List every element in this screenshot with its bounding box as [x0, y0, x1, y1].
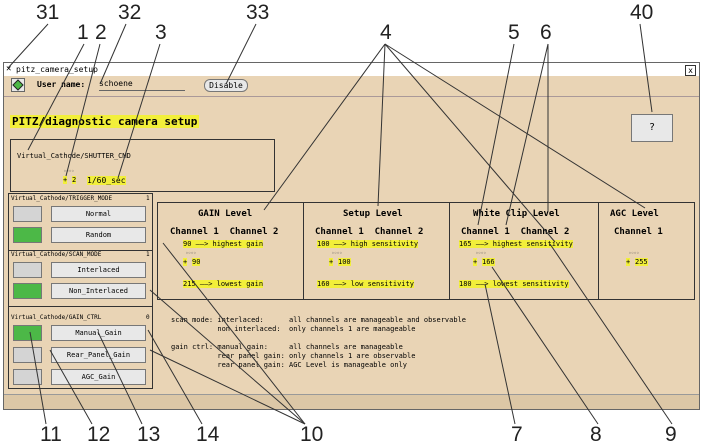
note-line — [171, 334, 591, 343]
gain-rear-panel-button[interactable]: Rear_Panel_Gain — [51, 347, 146, 363]
callout-13: 13 — [137, 423, 161, 446]
trigger-normal-button[interactable]: Normal — [51, 206, 146, 222]
agc-level-section: AGC Level Channel 1 ◦◦◦◦ + 255 — [598, 203, 694, 299]
callout-9: 9 — [665, 423, 677, 446]
user-name-label: User name: — [37, 80, 86, 89]
setup-level-top: 100 ——> high sensitivity — [317, 240, 419, 248]
agc-level-title: AGC Level — [610, 209, 659, 219]
gain-level-bottom: 215 ——> lowest gain — [183, 280, 264, 288]
note-line: gain ctrl: manual gain: all channels are… — [171, 343, 403, 351]
gain-agc-led — [13, 369, 42, 385]
agc-level-channels: Channel 1 — [614, 227, 663, 237]
callout-32: 32 — [118, 1, 142, 24]
note-line: rear panel gain: only channels 1 are obs… — [171, 352, 416, 360]
setup-level-section: Setup Level Channel 1 Channel 2 100 ——> … — [303, 203, 450, 299]
note-line: rear panel gain: AGC Level is manageable… — [171, 361, 408, 369]
shutter-arrow[interactable]: + — [63, 176, 68, 184]
white-clip-stepper-dots[interactable]: ◦◦◦◦ — [475, 250, 486, 257]
white-clip-level-bottom: 180 ——> lowest sensitivity — [459, 280, 569, 288]
bottom-status-strip — [4, 394, 699, 409]
gain-agc-button[interactable]: AGC_Gain — [51, 369, 146, 385]
scan-non-interlaced-button[interactable]: Non_Interlaced — [51, 283, 146, 299]
window-menu-icon[interactable]: ✕ — [6, 63, 11, 76]
callout-8: 8 — [590, 423, 602, 446]
note-line: scan mode: interlaced: all channels are … — [171, 316, 467, 324]
callout-2: 2 — [95, 21, 107, 44]
gain-rear-panel-led — [13, 347, 42, 363]
white-clip-level-value[interactable]: 166 — [482, 258, 495, 266]
camera-setup-window: ✕ pitz_camera_setup x User name: schoene… — [3, 62, 700, 410]
setup-level-plus[interactable]: + — [329, 258, 334, 266]
callout-33: 33 — [246, 1, 270, 24]
callout-7: 7 — [511, 423, 523, 446]
gain-ctrl-group: Virtual_Cathode/GAIN_CTRL 0 Manual_Gain … — [9, 306, 152, 388]
window-title: pitz_camera_setup — [16, 65, 98, 74]
trigger-group: Virtual_Cathode/TRIGGER_MODE 1 Normal Ra… — [9, 194, 152, 251]
white-clip-level-top: 165 ——> highest sensitivity — [459, 240, 573, 248]
note-line: non interlaced: only channels 1 are mana… — [171, 325, 416, 333]
agc-stepper-dots[interactable]: ◦◦◦◦ — [628, 250, 639, 257]
notes-block: scan mode: interlaced: all channels are … — [171, 316, 591, 370]
agc-level-plus[interactable]: + — [626, 258, 631, 266]
white-clip-level-section: White Clip Level Channel 1 Channel 2 165… — [449, 203, 599, 299]
page-title: PITZ/diagnostic camera setup — [10, 115, 200, 128]
trigger-count: 1 — [146, 195, 150, 202]
callout-31: 31 — [36, 1, 60, 24]
agc-level-value[interactable]: 255 — [635, 258, 648, 266]
control-panel: Virtual_Cathode/TRIGGER_MODE 1 Normal Ra… — [8, 193, 153, 389]
gain-manual-button[interactable]: Manual_Gain — [51, 325, 146, 341]
shutter-title: Virtual_Cathode/SHUTTER_CMD — [17, 152, 131, 160]
callout-12: 12 — [87, 423, 111, 446]
callout-4: 4 — [380, 21, 392, 44]
gain-stepper-dots[interactable]: ◦◦◦◦ — [185, 250, 196, 257]
white-clip-level-plus[interactable]: + — [473, 258, 478, 266]
trigger-random-button[interactable]: Random — [51, 227, 146, 243]
callout-6: 6 — [540, 21, 552, 44]
callout-14: 14 — [196, 423, 220, 446]
gain-ctrl-count: 0 — [146, 314, 150, 321]
shutter-stepper-dots[interactable]: ◦◦◦◦ — [63, 168, 74, 175]
callout-10: 10 — [300, 423, 324, 446]
trigger-random-led — [13, 227, 42, 243]
callout-5: 5 — [508, 21, 520, 44]
callout-11: 11 — [40, 423, 62, 446]
gain-level-title: GAIN Level — [198, 209, 253, 219]
gain-level-plus[interactable]: + — [183, 258, 188, 266]
setup-level-bottom: 160 ——> low sensitivity — [317, 280, 414, 288]
shutter-value[interactable]: 2 — [72, 176, 77, 184]
gain-level-value[interactable]: 90 — [192, 258, 201, 266]
close-icon[interactable]: x — [685, 65, 696, 76]
scan-group: Virtual_Cathode/SCAN_MODE 1 Interlaced N… — [9, 250, 152, 307]
gain-level-channels: Channel 1 Channel 2 — [170, 227, 279, 237]
scan-interlaced-button[interactable]: Interlaced — [51, 262, 146, 278]
callout-40: 40 — [630, 1, 654, 24]
scan-non-interlaced-led — [13, 283, 42, 299]
trigger-normal-led — [13, 206, 42, 222]
gain-ctrl-title: Virtual_Cathode/GAIN_CTRL — [11, 314, 102, 321]
title-bar[interactable]: ✕ pitz_camera_setup x — [4, 63, 699, 77]
white-clip-level-title: White Clip Level — [473, 209, 560, 219]
gain-level-top: 90 ——> highest gain — [183, 240, 264, 248]
white-clip-level-channels: Channel 1 Channel 2 — [461, 227, 570, 237]
setup-level-title: Setup Level — [343, 209, 403, 219]
setup-level-channels: Channel 1 Channel 2 — [315, 227, 424, 237]
callout-3: 3 — [155, 21, 167, 44]
gain-level-section: GAIN Level Channel 1 Channel 2 90 ——> hi… — [158, 203, 304, 299]
app-diamond-icon[interactable] — [11, 78, 25, 92]
levels-panel: GAIN Level Channel 1 Channel 2 90 ——> hi… — [157, 202, 695, 300]
user-name-field[interactable]: schoene — [99, 79, 185, 91]
setup-level-value[interactable]: 100 — [338, 258, 351, 266]
scan-count: 1 — [146, 251, 150, 258]
shutter-panel: Virtual_Cathode/SHUTTER_CMD ◦◦◦◦ + 2 1/6… — [10, 139, 275, 192]
scan-title: Virtual_Cathode/SCAN_MODE — [11, 251, 102, 258]
shutter-text: 1/60_sec — [87, 176, 126, 185]
gain-manual-led — [13, 325, 42, 341]
callout-1: 1 — [77, 21, 89, 44]
setup-stepper-dots[interactable]: ◦◦◦◦ — [331, 250, 342, 257]
help-button[interactable]: ? — [631, 114, 673, 142]
disable-button[interactable]: Disable — [204, 79, 248, 92]
toolbar: User name: schoene Disable — [4, 76, 699, 97]
scan-interlaced-led — [13, 262, 42, 278]
trigger-title: Virtual_Cathode/TRIGGER_MODE — [11, 195, 113, 202]
